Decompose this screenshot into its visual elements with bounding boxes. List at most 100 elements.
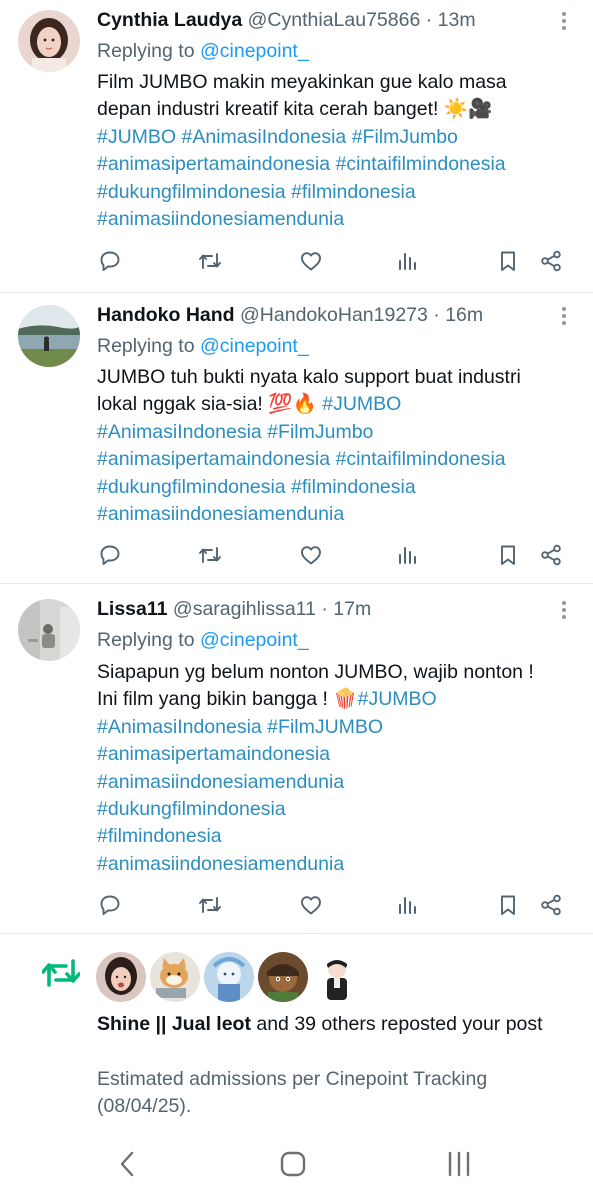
avatar[interactable] bbox=[18, 305, 80, 367]
share-icon[interactable] bbox=[537, 247, 565, 275]
user-handle[interactable]: @saragihlissa11 bbox=[173, 598, 316, 620]
like-icon[interactable] bbox=[297, 541, 325, 569]
tweet-actions bbox=[0, 247, 593, 275]
tweet-text-segment: lokal nggak sia-sia! 💯🔥 bbox=[97, 393, 323, 416]
hashtag-link[interactable]: #JUMBO #AnimasiIndonesia #FilmJumbo bbox=[97, 126, 458, 148]
tweet[interactable]: Lissa11 @saragihlissa11 · 17m Replying t… bbox=[0, 584, 593, 934]
timestamp: · 16m bbox=[433, 304, 484, 326]
avatar[interactable] bbox=[150, 952, 200, 1002]
tweet-text-line: Siapapun yg belum nonton JUMBO, wajib no… bbox=[97, 659, 577, 686]
tweet-text-line: Film JUMBO makin meyakinkan gue kalo mas… bbox=[97, 69, 577, 96]
tweet-text-line: #animasiindonesiamendunia bbox=[97, 769, 577, 796]
replying-to-label: Replying to bbox=[97, 335, 195, 357]
avatar[interactable] bbox=[312, 952, 362, 1002]
tweet-text-line: #dukungfilmindonesia #filmindonesia bbox=[97, 179, 577, 206]
hashtag-link[interactable]: #dukungfilmindonesia #filmindonesia bbox=[97, 181, 416, 203]
tweet-text-line: #AnimasiIndonesia #FilmJUMBO bbox=[97, 714, 577, 741]
bookmark-icon[interactable] bbox=[494, 247, 522, 275]
retweet-icon[interactable] bbox=[196, 247, 224, 275]
tweet-text-line: #animasipertamaindonesia #cintaifilmindo… bbox=[97, 151, 577, 178]
tweet-text-line: #JUMBO #AnimasiIndonesia #FilmJumbo bbox=[97, 124, 577, 151]
repost-message-rest: and 39 others reposted your post bbox=[250, 1013, 543, 1035]
tweet-text-segment: Film JUMBO makin meyakinkan gue kalo mas… bbox=[97, 71, 507, 93]
reply-icon[interactable] bbox=[96, 891, 124, 919]
tweet-text-line: Ini film yang bikin bangga ! 🍿#JUMBO bbox=[97, 686, 577, 713]
tweet-text-line: #filmindonesia bbox=[97, 823, 577, 850]
recents-nav-icon[interactable] bbox=[444, 1148, 474, 1180]
tweet-text-segment: Ini film yang bikin bangga ! 🍿 bbox=[97, 688, 358, 711]
replying-to-handle[interactable]: @cinepoint_ bbox=[200, 40, 309, 62]
tweet-text-line: #animasiindonesiamendunia bbox=[97, 206, 577, 233]
hashtag-link[interactable]: #animasipertamaindonesia bbox=[97, 743, 330, 765]
timestamp: · 13m bbox=[425, 9, 476, 31]
hashtag-link[interactable]: #AnimasiIndonesia #FilmJumbo bbox=[97, 421, 373, 443]
hashtag-link[interactable]: #animasiindonesiamendunia bbox=[97, 503, 344, 525]
user-handle[interactable]: @CynthiaLau75866 bbox=[248, 9, 421, 31]
bookmark-icon[interactable] bbox=[494, 541, 522, 569]
hashtag-link[interactable]: #JUMBO bbox=[358, 688, 437, 710]
replying-to: Replying to @cinepoint_ bbox=[97, 38, 309, 64]
tweet-actions bbox=[0, 541, 593, 569]
tweet-text: Film JUMBO makin meyakinkan gue kalo mas… bbox=[97, 69, 577, 233]
replying-to-handle[interactable]: @cinepoint_ bbox=[200, 629, 309, 651]
hashtag-link[interactable]: #animasiindonesiamendunia bbox=[97, 771, 344, 793]
tweet-text-line: #animasipertamaindonesia bbox=[97, 741, 577, 768]
quoted-post-text: Estimated admissions per Cinepoint Track… bbox=[97, 1068, 488, 1118]
tweet-actions bbox=[0, 891, 593, 919]
more-options-icon[interactable] bbox=[561, 307, 567, 327]
reply-icon[interactable] bbox=[96, 247, 124, 275]
hashtag-link[interactable]: #dukungfilmindonesia #filmindonesia bbox=[97, 476, 416, 498]
replying-to: Replying to @cinepoint_ bbox=[97, 333, 309, 359]
tweet-text-line: #animasipertamaindonesia #cintaifilmindo… bbox=[97, 446, 577, 473]
avatar[interactable] bbox=[258, 952, 308, 1002]
reply-icon[interactable] bbox=[96, 541, 124, 569]
tweet-text-line: #AnimasiIndonesia #FilmJumbo bbox=[97, 419, 577, 446]
tweet-text-line: depan industri kreatif kita cerah banget… bbox=[97, 96, 577, 123]
tweet-text-line: JUMBO tuh bukti nyata kalo support buat … bbox=[97, 364, 577, 391]
like-icon[interactable] bbox=[297, 891, 325, 919]
retweet-icon[interactable] bbox=[196, 541, 224, 569]
hashtag-link[interactable]: #animasiindonesiamendunia bbox=[97, 853, 344, 875]
avatar[interactable] bbox=[204, 952, 254, 1002]
views-icon[interactable] bbox=[393, 247, 421, 275]
hashtag-link[interactable]: #AnimasiIndonesia #FilmJUMBO bbox=[97, 716, 383, 738]
display-name[interactable]: Lissa11 bbox=[97, 598, 167, 620]
hashtag-link[interactable]: #animasipertamaindonesia #cintaifilmindo… bbox=[97, 448, 506, 470]
timestamp: · 17m bbox=[321, 598, 372, 620]
retweet-icon[interactable] bbox=[196, 891, 224, 919]
avatar[interactable] bbox=[96, 952, 146, 1002]
bookmark-icon[interactable] bbox=[494, 891, 522, 919]
share-icon[interactable] bbox=[537, 891, 565, 919]
retweet-icon bbox=[42, 959, 80, 987]
views-icon[interactable] bbox=[393, 891, 421, 919]
hashtag-link[interactable]: #JUMBO bbox=[322, 393, 401, 415]
tweet-text-segment: depan industri kreatif kita cerah banget… bbox=[97, 98, 493, 121]
back-nav-icon[interactable] bbox=[112, 1148, 142, 1180]
repost-message: Shine || Jual leot and 39 others reposte… bbox=[97, 1011, 567, 1038]
avatar[interactable] bbox=[18, 599, 80, 661]
hashtag-link[interactable]: #filmindonesia bbox=[97, 825, 222, 847]
home-nav-icon[interactable] bbox=[278, 1148, 308, 1180]
reposter-names[interactable]: Shine || Jual leot bbox=[97, 1013, 251, 1035]
tweet-text: Siapapun yg belum nonton JUMBO, wajib no… bbox=[97, 659, 577, 878]
share-icon[interactable] bbox=[537, 541, 565, 569]
tweet[interactable]: Cynthia Laudya @CynthiaLau75866 · 13m Re… bbox=[0, 0, 593, 293]
tweet-text-line: #animasiindonesiamendunia bbox=[97, 851, 577, 878]
more-options-icon[interactable] bbox=[561, 12, 567, 32]
more-options-icon[interactable] bbox=[561, 601, 567, 621]
user-handle[interactable]: @HandokoHan19273 bbox=[240, 304, 428, 326]
display-name[interactable]: Cynthia Laudya bbox=[97, 9, 242, 31]
hashtag-link[interactable]: #animasiindonesiamendunia bbox=[97, 208, 344, 230]
replying-to-handle[interactable]: @cinepoint_ bbox=[200, 335, 309, 357]
tweet[interactable]: Handoko Hand @HandokoHan19273 · 16m Repl… bbox=[0, 293, 593, 587]
display-name[interactable]: Handoko Hand bbox=[97, 304, 235, 326]
repost-notification[interactable]: Shine || Jual leot and 39 others reposte… bbox=[0, 935, 593, 1125]
system-navigation-bar bbox=[0, 1130, 593, 1200]
views-icon[interactable] bbox=[393, 541, 421, 569]
hashtag-link[interactable]: #dukungfilmindonesia bbox=[97, 798, 286, 820]
like-icon[interactable] bbox=[297, 247, 325, 275]
avatar[interactable] bbox=[18, 10, 80, 72]
divider bbox=[0, 933, 593, 934]
tweet-text-line: #dukungfilmindonesia bbox=[97, 796, 577, 823]
hashtag-link[interactable]: #animasipertamaindonesia #cintaifilmindo… bbox=[97, 153, 506, 175]
